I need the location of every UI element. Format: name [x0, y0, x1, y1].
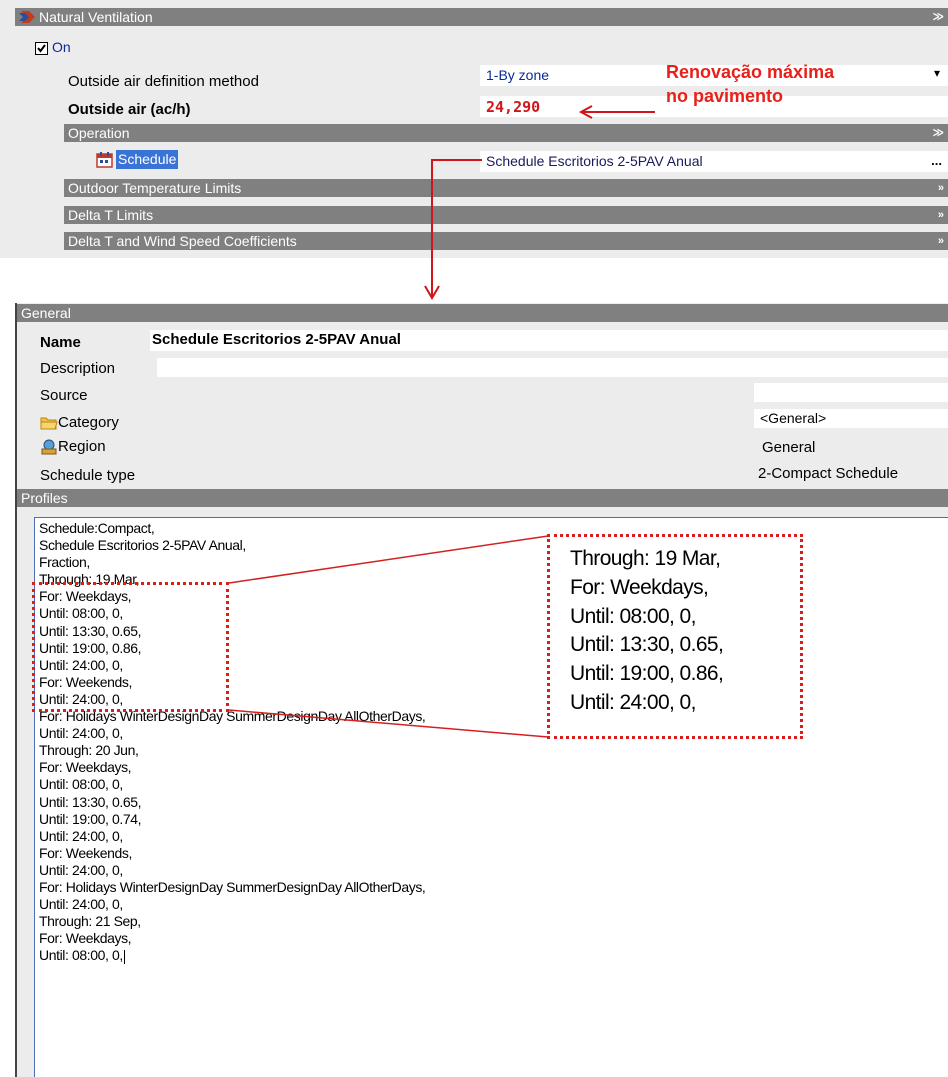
- collapse-chevron-icon[interactable]: ≫: [932, 124, 944, 142]
- on-checkbox[interactable]: [35, 42, 48, 55]
- outside-air-value: 24,290: [486, 98, 541, 116]
- zoom-line: For: Weekdays,: [570, 575, 709, 599]
- profile-line: Until: 08:00, 0,: [39, 947, 125, 964]
- method-label: Outside air definition method: [68, 73, 259, 90]
- expand-chevron-icon[interactable]: »: [938, 232, 944, 250]
- collapse-chevron-icon[interactable]: ≫: [932, 8, 944, 26]
- source-field[interactable]: [754, 383, 948, 402]
- zoom-line: Until: 13:30, 0.65,: [570, 633, 724, 657]
- section-delta-t-wind-speed[interactable]: Delta T and Wind Speed Coefficients »: [64, 232, 948, 250]
- natural-ventilation-panel: Natural Ventilation ≫ On Outside air def…: [0, 0, 948, 258]
- profiles-title: Profiles: [21, 490, 68, 506]
- schedule-type-value[interactable]: 2-Compact Schedule: [758, 465, 898, 482]
- zoom-line: Until: 24:00, 0,: [570, 690, 696, 714]
- section-outdoor-temperature-limits[interactable]: Outdoor Temperature Limits »: [64, 179, 948, 197]
- ventilation-icon: [19, 9, 37, 25]
- description-label: Description: [40, 360, 116, 377]
- on-label: On: [52, 39, 71, 55]
- profiles-header[interactable]: Profiles: [17, 489, 948, 507]
- profile-line: Until: 24:00, 0,: [39, 725, 123, 742]
- natural-ventilation-header[interactable]: Natural Ventilation ≫: [15, 8, 948, 26]
- section-title: Delta T Limits: [68, 207, 154, 223]
- zoom-line: Until: 08:00, 0,: [570, 604, 696, 628]
- operation-title: Operation: [68, 125, 130, 141]
- profile-line: Until: 24:00, 0,: [39, 827, 123, 844]
- profile-line: Until: 08:00, 0,: [39, 776, 123, 793]
- section-delta-t-limits[interactable]: Delta T Limits »: [64, 206, 948, 224]
- annotation-line-2: no pavimento: [666, 86, 784, 106]
- annotation-line-1: Renovação máxima: [666, 62, 835, 82]
- text-caret: [123, 949, 125, 964]
- schedule-value: Schedule Escritorios 2-5PAV Anual: [486, 153, 703, 169]
- folder-icon: [40, 415, 58, 430]
- general-header[interactable]: General: [17, 304, 948, 322]
- operation-header[interactable]: Operation ≫: [64, 124, 948, 142]
- source-label: Source: [40, 387, 88, 404]
- name-field[interactable]: Schedule Escritorios 2-5PAV Anual: [150, 330, 948, 351]
- zoom-line: Through: 19 Mar,: [570, 547, 721, 570]
- zoom-callout-text: Through: 19 Mar, For: Weekdays, Until: 08:…: [570, 545, 724, 718]
- region-value: General: [762, 439, 816, 456]
- profile-line: Through: 21 Sep,: [39, 913, 141, 930]
- profile-line: Until: 19:00, 0.74,: [39, 810, 142, 827]
- category-select[interactable]: <General>: [754, 409, 948, 428]
- general-title: General: [21, 305, 71, 321]
- natural-ventilation-title: Natural Ventilation: [39, 9, 153, 25]
- schedule-label[interactable]: Schedule: [116, 150, 179, 169]
- name-value: Schedule Escritorios 2-5PAV Anual: [152, 331, 401, 348]
- outside-air-label: Outside air (ac/h): [68, 101, 191, 118]
- profile-line: Schedule:Compact,: [39, 520, 155, 536]
- category-value: <General>: [760, 410, 827, 426]
- section-title: Delta T and Wind Speed Coefficients: [68, 233, 297, 249]
- section-title: Outdoor Temperature Limits: [68, 180, 242, 196]
- profile-line: Schedule Escritorios 2-5PAV Anual,: [39, 537, 246, 554]
- region-icon: [40, 439, 58, 455]
- expand-chevron-icon[interactable]: »: [938, 206, 944, 224]
- profile-line: Fraction,: [39, 554, 90, 571]
- checkmark-icon: [37, 44, 46, 53]
- arrowhead-icon: [424, 285, 440, 300]
- description-field[interactable]: [157, 358, 948, 377]
- expand-chevron-icon[interactable]: »: [938, 179, 944, 197]
- profile-line: Until: 24:00, 0,: [39, 896, 123, 913]
- name-label: Name: [40, 334, 81, 351]
- method-value: 1-By zone: [486, 67, 550, 83]
- zoom-line: Until: 19:00, 0.86,: [570, 662, 724, 686]
- profile-line: Until: 24:00, 0,: [39, 861, 123, 878]
- profile-line: For: Weekdays,: [39, 930, 132, 947]
- profile-line: Through: 20 Jun,: [39, 742, 139, 759]
- annotation-text: Renovação máxima no pavimento: [666, 60, 834, 108]
- zoom-callout-box: Through: 19 Mar, For: Weekdays, Until: 08:…: [547, 534, 803, 739]
- profile-line: For: Holidays WinterDesignDay SummerDesi…: [39, 878, 426, 895]
- dropdown-arrow-icon[interactable]: ▾: [934, 66, 940, 80]
- profile-line: For: Weekends,: [39, 844, 132, 861]
- region-label: Region: [58, 438, 106, 455]
- highlight-box: [32, 582, 229, 712]
- schedule-select[interactable]: Schedule Escritorios 2-5PAV Anual ...: [480, 151, 948, 172]
- category-label: Category: [58, 414, 119, 431]
- profile-line: Until: 13:30, 0.65,: [39, 793, 142, 810]
- schedule-type-label: Schedule type: [40, 467, 136, 484]
- profile-line: For: Weekdays,: [39, 759, 132, 776]
- browse-button[interactable]: ...: [931, 153, 942, 168]
- schedule-icon: [96, 151, 113, 168]
